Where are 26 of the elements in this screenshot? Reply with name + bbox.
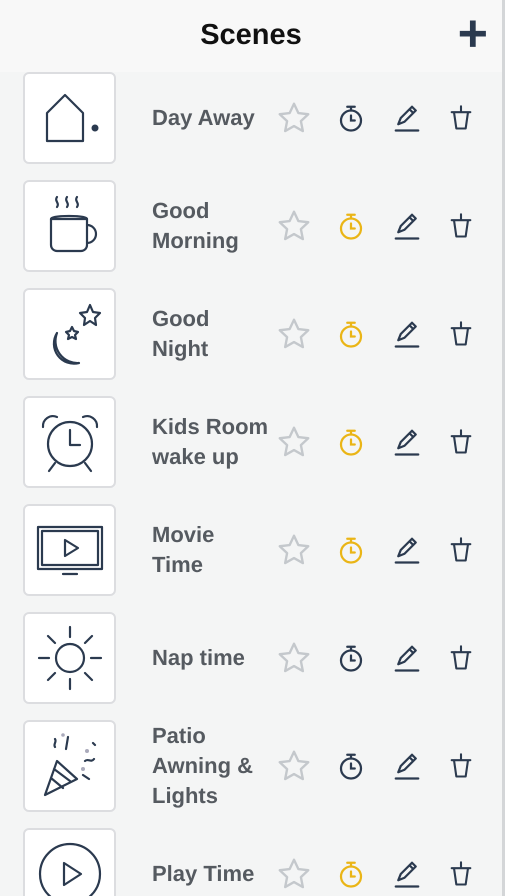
pencil-icon (392, 103, 422, 133)
page-title: Scenes (200, 18, 302, 54)
scene-tile[interactable] (23, 396, 116, 488)
scene-tile[interactable] (23, 504, 116, 596)
scene-tile[interactable] (23, 828, 116, 896)
scene-tile[interactable] (23, 288, 116, 380)
pencil-icon (392, 643, 422, 673)
pencil-icon (392, 427, 422, 457)
scene-name: Kids Room wake up (152, 413, 270, 471)
pencil-icon (392, 535, 422, 565)
scene-tile[interactable] (23, 72, 116, 164)
scene-name: Patio Awning & Lights (152, 722, 254, 810)
pencil-icon (392, 859, 422, 889)
pencil-icon (392, 211, 422, 241)
add-button[interactable]: + (458, 10, 488, 58)
scene-name: Nap time (152, 644, 246, 672)
scene-name: Day Away (152, 104, 256, 132)
scene-name: Play Time (152, 860, 256, 888)
scene-tile[interactable] (23, 612, 116, 704)
scene-tile[interactable] (23, 720, 116, 812)
scene-name: Good Morning (152, 197, 240, 255)
scene-name: Good Night (152, 305, 210, 363)
pencil-icon (392, 751, 422, 781)
pencil-icon (392, 319, 422, 349)
scene-tile[interactable] (23, 180, 116, 272)
scene-name: Movie Time (152, 521, 216, 579)
